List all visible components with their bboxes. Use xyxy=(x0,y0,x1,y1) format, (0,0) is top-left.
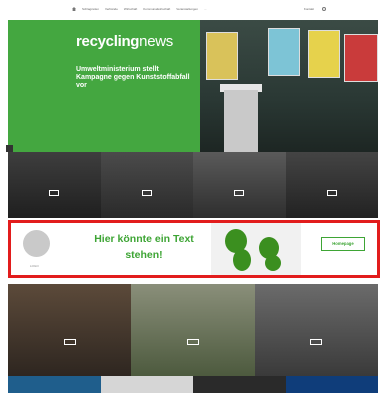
contact-link[interactable]: Kontakt xyxy=(304,7,314,11)
preview-tile[interactable] xyxy=(285,376,378,393)
poster-image xyxy=(308,30,340,78)
menu-item-economy[interactable]: Wirtschaft xyxy=(124,7,137,11)
teaser-tile[interactable] xyxy=(285,152,378,218)
preview-tile[interactable] xyxy=(100,376,193,393)
teaser-tile[interactable] xyxy=(193,152,286,218)
article-card[interactable] xyxy=(131,284,255,376)
hero-headline[interactable]: Umweltministerium stellt Kampagne gegen … xyxy=(76,66,196,90)
teaser-tiles xyxy=(8,152,378,218)
poster-image xyxy=(206,32,238,80)
menu-item-more[interactable]: ... xyxy=(204,7,207,11)
menu-item-headlines[interactable]: Schlagzeilen xyxy=(82,7,99,11)
preview-tile[interactable] xyxy=(193,376,286,393)
tile-button[interactable] xyxy=(234,190,245,196)
top-navigation: Schlagzeilen Verbände Wirtschaft Kommuna… xyxy=(0,0,382,20)
hero-image xyxy=(200,20,378,152)
card-button[interactable] xyxy=(186,339,199,345)
article-card[interactable] xyxy=(8,284,132,376)
ad-logo-placeholder xyxy=(23,230,50,257)
top-right-links: Kontakt xyxy=(304,7,326,11)
broccoli-image xyxy=(211,223,301,275)
ad-headline: Hier könnte ein Text stehen! xyxy=(94,233,194,261)
tile-button[interactable] xyxy=(326,190,337,196)
next-row-preview xyxy=(8,376,378,393)
card-button[interactable] xyxy=(310,339,323,345)
home-icon[interactable] xyxy=(72,7,76,11)
menu-item-municipal[interactable]: Kommunalwirtschaft xyxy=(143,7,170,11)
article-card[interactable] xyxy=(254,284,378,376)
slider-prev-arrow-icon[interactable] xyxy=(6,145,13,152)
site-logo[interactable]: recyclingnews xyxy=(76,33,173,50)
article-cards xyxy=(8,284,378,376)
poster-image xyxy=(268,28,300,76)
homepage-button[interactable]: Homepage xyxy=(321,237,365,251)
tile-button[interactable] xyxy=(49,190,60,196)
menu-item-associations[interactable]: Verbände xyxy=(105,7,118,11)
advertisement-banner[interactable]: LOGO Hier könnte ein Text stehen! Homepa… xyxy=(8,220,380,278)
search-icon[interactable] xyxy=(322,7,326,11)
main-menu: Schlagzeilen Verbände Wirtschaft Kommuna… xyxy=(72,7,206,11)
hero-featured-article[interactable]: recyclingnews Umweltministerium stellt K… xyxy=(6,20,200,152)
podium-image xyxy=(224,90,258,152)
tile-button[interactable] xyxy=(141,190,152,196)
menu-item-events[interactable]: Veranstaltungen xyxy=(176,7,198,11)
teaser-tile[interactable] xyxy=(100,152,193,218)
ad-logo-text: LOGO xyxy=(30,264,39,268)
poster-image xyxy=(344,34,378,82)
card-button[interactable] xyxy=(63,339,76,345)
preview-tile[interactable] xyxy=(8,376,101,393)
teaser-tile[interactable] xyxy=(8,152,101,218)
